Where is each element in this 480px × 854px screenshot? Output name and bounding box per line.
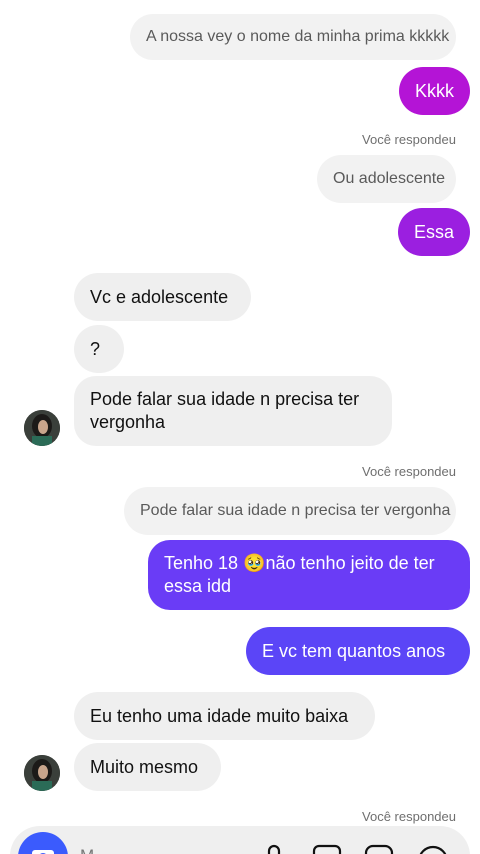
message-text-line: essa idd (164, 576, 232, 596)
message-text-line: Tenho 18 🥹não tenho jeito de ter (164, 552, 435, 575)
message-text: Essa (414, 221, 455, 242)
message-text: ? (90, 338, 101, 359)
contact-avatar[interactable] (24, 755, 60, 791)
camera-icon (32, 850, 54, 854)
message-text: Muito mesmo (90, 756, 199, 777)
avatar-image (24, 755, 60, 791)
replied-note: Você respondeu (362, 464, 456, 479)
received-message-bubble[interactable]: Eu tenho uma idade muito baixa (74, 692, 375, 740)
replied-note: Você respondeu (362, 132, 456, 147)
contact-avatar[interactable] (24, 410, 60, 446)
sent-message-bubble[interactable]: E vc tem quantos anos (246, 627, 470, 675)
replied-note: Você respondeu (362, 809, 456, 824)
reply-quote-bubble[interactable]: A nossa vey o nome da minha prima kkkkk (130, 14, 456, 60)
message-text: Eu tenho uma idade muito baixa (90, 705, 349, 726)
message-composer: M... (10, 826, 470, 854)
sent-message-bubble[interactable]: Essa (398, 208, 470, 256)
message-text-part: Tenho 18 (164, 553, 244, 573)
sticker-icon[interactable] (364, 844, 394, 854)
message-text: Vc e adolescente (90, 286, 229, 307)
received-message-bubble[interactable]: Pode falar sua idade n precisa ter vergo… (74, 376, 392, 446)
received-message-bubble[interactable]: Vc e adolescente (74, 273, 251, 321)
message-text-line: vergonha (90, 412, 166, 432)
reply-quote-bubble[interactable]: Pode falar sua idade n precisa ter vergo… (124, 487, 456, 535)
received-message-bubble[interactable]: Muito mesmo (74, 743, 221, 791)
message-text: Kkkk (415, 80, 455, 101)
reply-quote-bubble[interactable]: Ou adolescente (317, 155, 456, 203)
camera-button[interactable] (18, 832, 68, 854)
message-text: E vc tem quantos anos (262, 640, 446, 661)
message-text-line: Pode falar sua idade n precisa ter (90, 389, 360, 409)
reply-quote-text: A nossa vey o nome da minha prima kkkkk (146, 28, 450, 45)
sent-message-bubble[interactable]: Tenho 18 🥹não tenho jeito de ter essa id… (148, 540, 470, 610)
sent-message-bubble[interactable]: Kkkk (399, 67, 470, 115)
message-input[interactable]: M... (80, 846, 108, 854)
received-message-bubble[interactable]: ? (74, 325, 124, 373)
reply-quote-text: Ou adolescente (333, 170, 446, 187)
message-text-part: não tenho jeito de ter (265, 553, 435, 573)
microphone-icon[interactable] (264, 844, 284, 854)
add-icon[interactable] (416, 844, 450, 854)
gallery-icon[interactable] (312, 844, 342, 854)
reply-quote-text: Pode falar sua idade n precisa ter vergo… (140, 502, 451, 519)
avatar-image (24, 410, 60, 446)
emoji-icon: 🥹 (243, 553, 266, 573)
